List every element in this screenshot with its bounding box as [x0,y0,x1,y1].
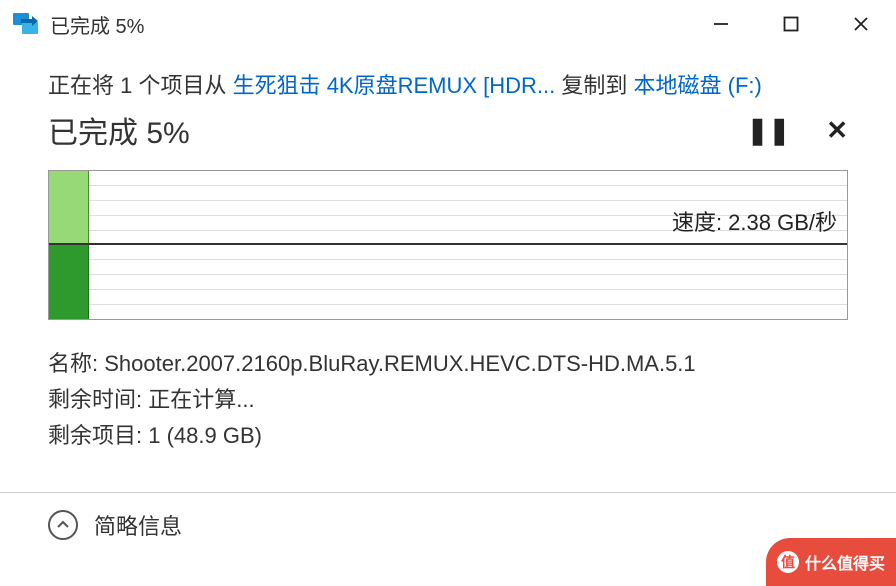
items-value: 1 (48.9 GB) [148,423,262,448]
progress-bar-top [49,171,89,243]
copy-progress-icon [12,10,40,38]
details-toggle-label: 简略信息 [94,509,182,541]
progress-bar-bottom [49,245,89,319]
chart-gridlines [49,245,847,319]
status-row: 已完成 5% ❚❚ ✕ [48,108,848,152]
name-label: 名称: [48,351,98,376]
cancel-button[interactable]: ✕ [826,115,848,146]
chart-top-half: 速度: 2.38 GB/秒 [49,171,847,245]
detail-time: 剩余时间: 正在计算... [48,382,848,414]
title-bar: 已完成 5% [0,0,896,48]
maximize-button[interactable] [756,0,826,48]
status-text: 已完成 5% [48,108,190,152]
speed-label: 速度: 2.38 GB/秒 [672,205,837,237]
details-block: 名称: Shooter.2007.2160p.BluRay.REMUX.HEVC… [48,346,848,450]
minimize-button[interactable] [686,0,756,48]
title-text: 已完成 5% [50,10,686,39]
status-controls: ❚❚ ✕ [747,115,848,146]
source-link[interactable]: 生死狙击 4K原盘REMUX [HDR... [233,73,556,98]
detail-name: 名称: Shooter.2007.2160p.BluRay.REMUX.HEVC… [48,346,848,378]
watermark-badge: 值 什么值得买 [766,538,896,586]
target-link[interactable]: 本地磁盘 (F:) [634,73,762,98]
window-controls [686,0,896,48]
watermark-icon: 值 [777,551,799,573]
time-label: 剩余时间: [48,387,142,412]
name-value: Shooter.2007.2160p.BluRay.REMUX.HEVC.DTS… [104,351,695,376]
details-toggle[interactable]: 简略信息 [0,493,896,557]
pause-button[interactable]: ❚❚ [747,115,791,146]
copy-middle: 复制到 [555,73,633,98]
time-value: 正在计算... [148,387,254,412]
chart-bottom-half [49,245,847,319]
watermark-text: 什么值得买 [805,550,885,574]
transfer-chart: 速度: 2.38 GB/秒 [48,170,848,320]
items-label: 剩余项目: [48,423,142,448]
content-area: 正在将 1 个项目从 生死狙击 4K原盘REMUX [HDR... 复制到 本地… [0,48,896,464]
copy-prefix: 正在将 1 个项目从 [48,73,233,98]
chevron-up-icon [48,510,78,540]
close-button[interactable] [826,0,896,48]
copy-description: 正在将 1 个项目从 生死狙击 4K原盘REMUX [HDR... 复制到 本地… [48,68,848,100]
detail-items: 剩余项目: 1 (48.9 GB) [48,418,848,450]
